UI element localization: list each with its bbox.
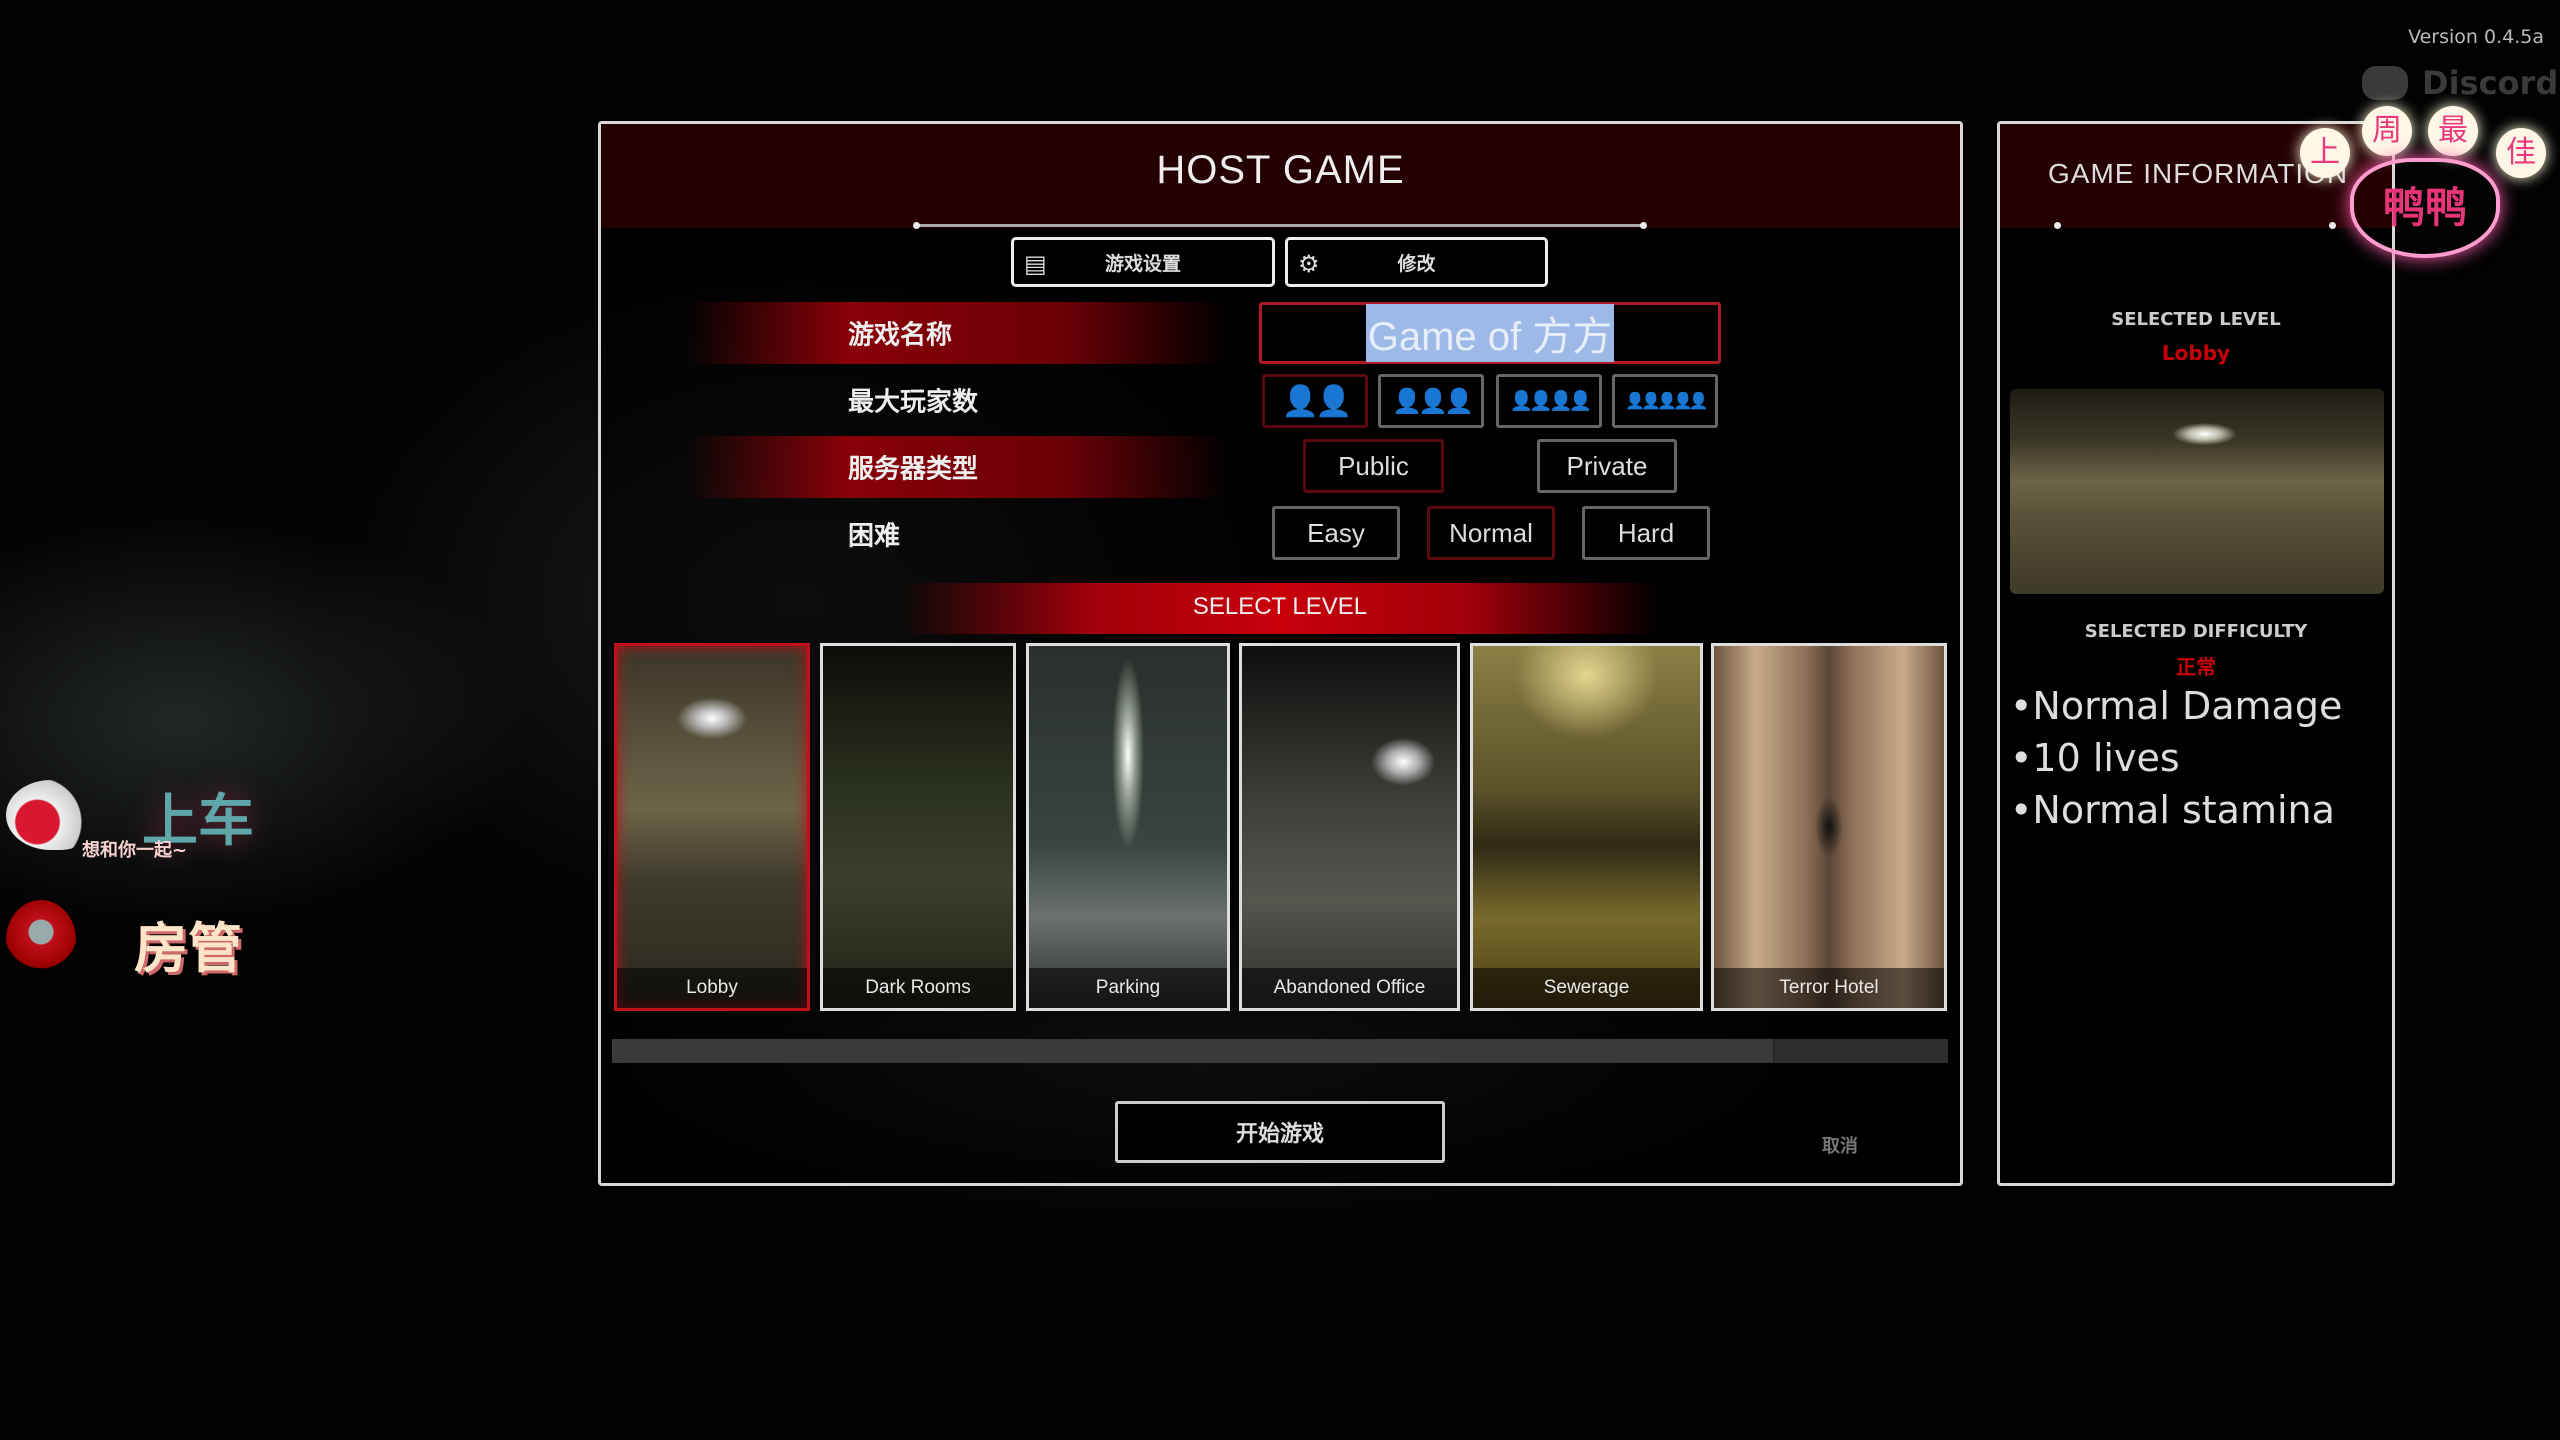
players-4-button[interactable]: 👤👤👤👤	[1496, 374, 1602, 428]
discord-link[interactable]: Discord	[2362, 64, 2558, 102]
discord-icon	[2362, 66, 2408, 100]
max-players-label: 最大玩家数	[848, 387, 979, 418]
best-of-week-badge: 上 周 最 佳 鸭鸭	[2300, 100, 2560, 260]
level-card-dark-rooms[interactable]: Dark Rooms	[820, 643, 1016, 1011]
people-5-icon: 👤👤👤👤👤	[1625, 393, 1709, 410]
rocket-icon	[6, 900, 76, 980]
people-3-icon: 👤👤👤	[1392, 387, 1474, 415]
start-game-button[interactable]: 开始游戏	[1115, 1101, 1445, 1163]
public-button[interactable]: Public	[1303, 439, 1444, 493]
private-button[interactable]: Private	[1537, 439, 1677, 493]
difficulty-bullet: •Normal Damage	[2010, 684, 2343, 728]
people-4-icon: 👤👤👤👤	[1509, 391, 1593, 412]
divider	[913, 222, 1647, 229]
heart-icon: 鸭鸭	[2350, 158, 2500, 258]
players-2-button[interactable]: 👤👤	[1262, 374, 1368, 428]
easy-button[interactable]: Easy	[1272, 506, 1400, 560]
players-5-button[interactable]: 👤👤👤👤👤	[1612, 374, 1718, 428]
page-title: HOST GAME	[1156, 148, 1405, 192]
version-label: Version 0.4.5a	[2408, 26, 2544, 48]
list-icon: ▤	[1024, 250, 1047, 278]
game-name-label: 游戏名称	[848, 320, 953, 351]
selected-difficulty-label: SELECTED DIFFICULTY	[2084, 621, 2308, 642]
overlay-sticker-subtext: 想和你一起~	[82, 840, 188, 861]
gears-icon: ⚙	[1298, 250, 1320, 278]
selected-level-label: SELECTED LEVEL	[2111, 309, 2281, 330]
tab-game-settings[interactable]: ▤ 游戏设置	[1011, 237, 1275, 287]
selected-difficulty-value: 正常	[2176, 655, 2216, 679]
game-name-input[interactable]: Game of 方方	[1259, 302, 1721, 364]
selected-level-preview	[2010, 389, 2384, 594]
difficulty-label: 困难	[848, 521, 901, 552]
normal-button[interactable]: Normal	[1427, 506, 1555, 560]
level-card-terror-hotel[interactable]: Terror Hotel	[1711, 643, 1947, 1011]
people-2-icon: 👤👤	[1281, 384, 1353, 418]
selected-level-value: Lobby	[2161, 341, 2231, 365]
level-card-abandoned-office[interactable]: Abandoned Office	[1239, 643, 1460, 1011]
level-card-lobby[interactable]: Lobby	[614, 643, 810, 1011]
hard-button[interactable]: Hard	[1582, 506, 1710, 560]
row-band	[686, 302, 1226, 364]
level-scrollbar[interactable]	[612, 1039, 1948, 1063]
cancel-button[interactable]: 取消	[1822, 1132, 1858, 1158]
level-card-parking[interactable]: Parking	[1026, 643, 1230, 1011]
level-card-sewerage[interactable]: Sewerage	[1470, 643, 1703, 1011]
tab-modify[interactable]: ⚙ 修改	[1285, 237, 1548, 287]
difficulty-bullet: •10 lives	[2010, 736, 2180, 780]
server-type-label: 服务器类型	[848, 454, 979, 485]
overlay-sticker-text: 房管	[134, 917, 242, 980]
select-level-heading: SELECT LEVEL	[1192, 593, 1368, 620]
scrollbar-thumb[interactable]	[612, 1039, 1775, 1063]
players-3-button[interactable]: 👤👤👤	[1378, 374, 1484, 428]
difficulty-bullet: •Normal stamina	[2010, 788, 2335, 832]
